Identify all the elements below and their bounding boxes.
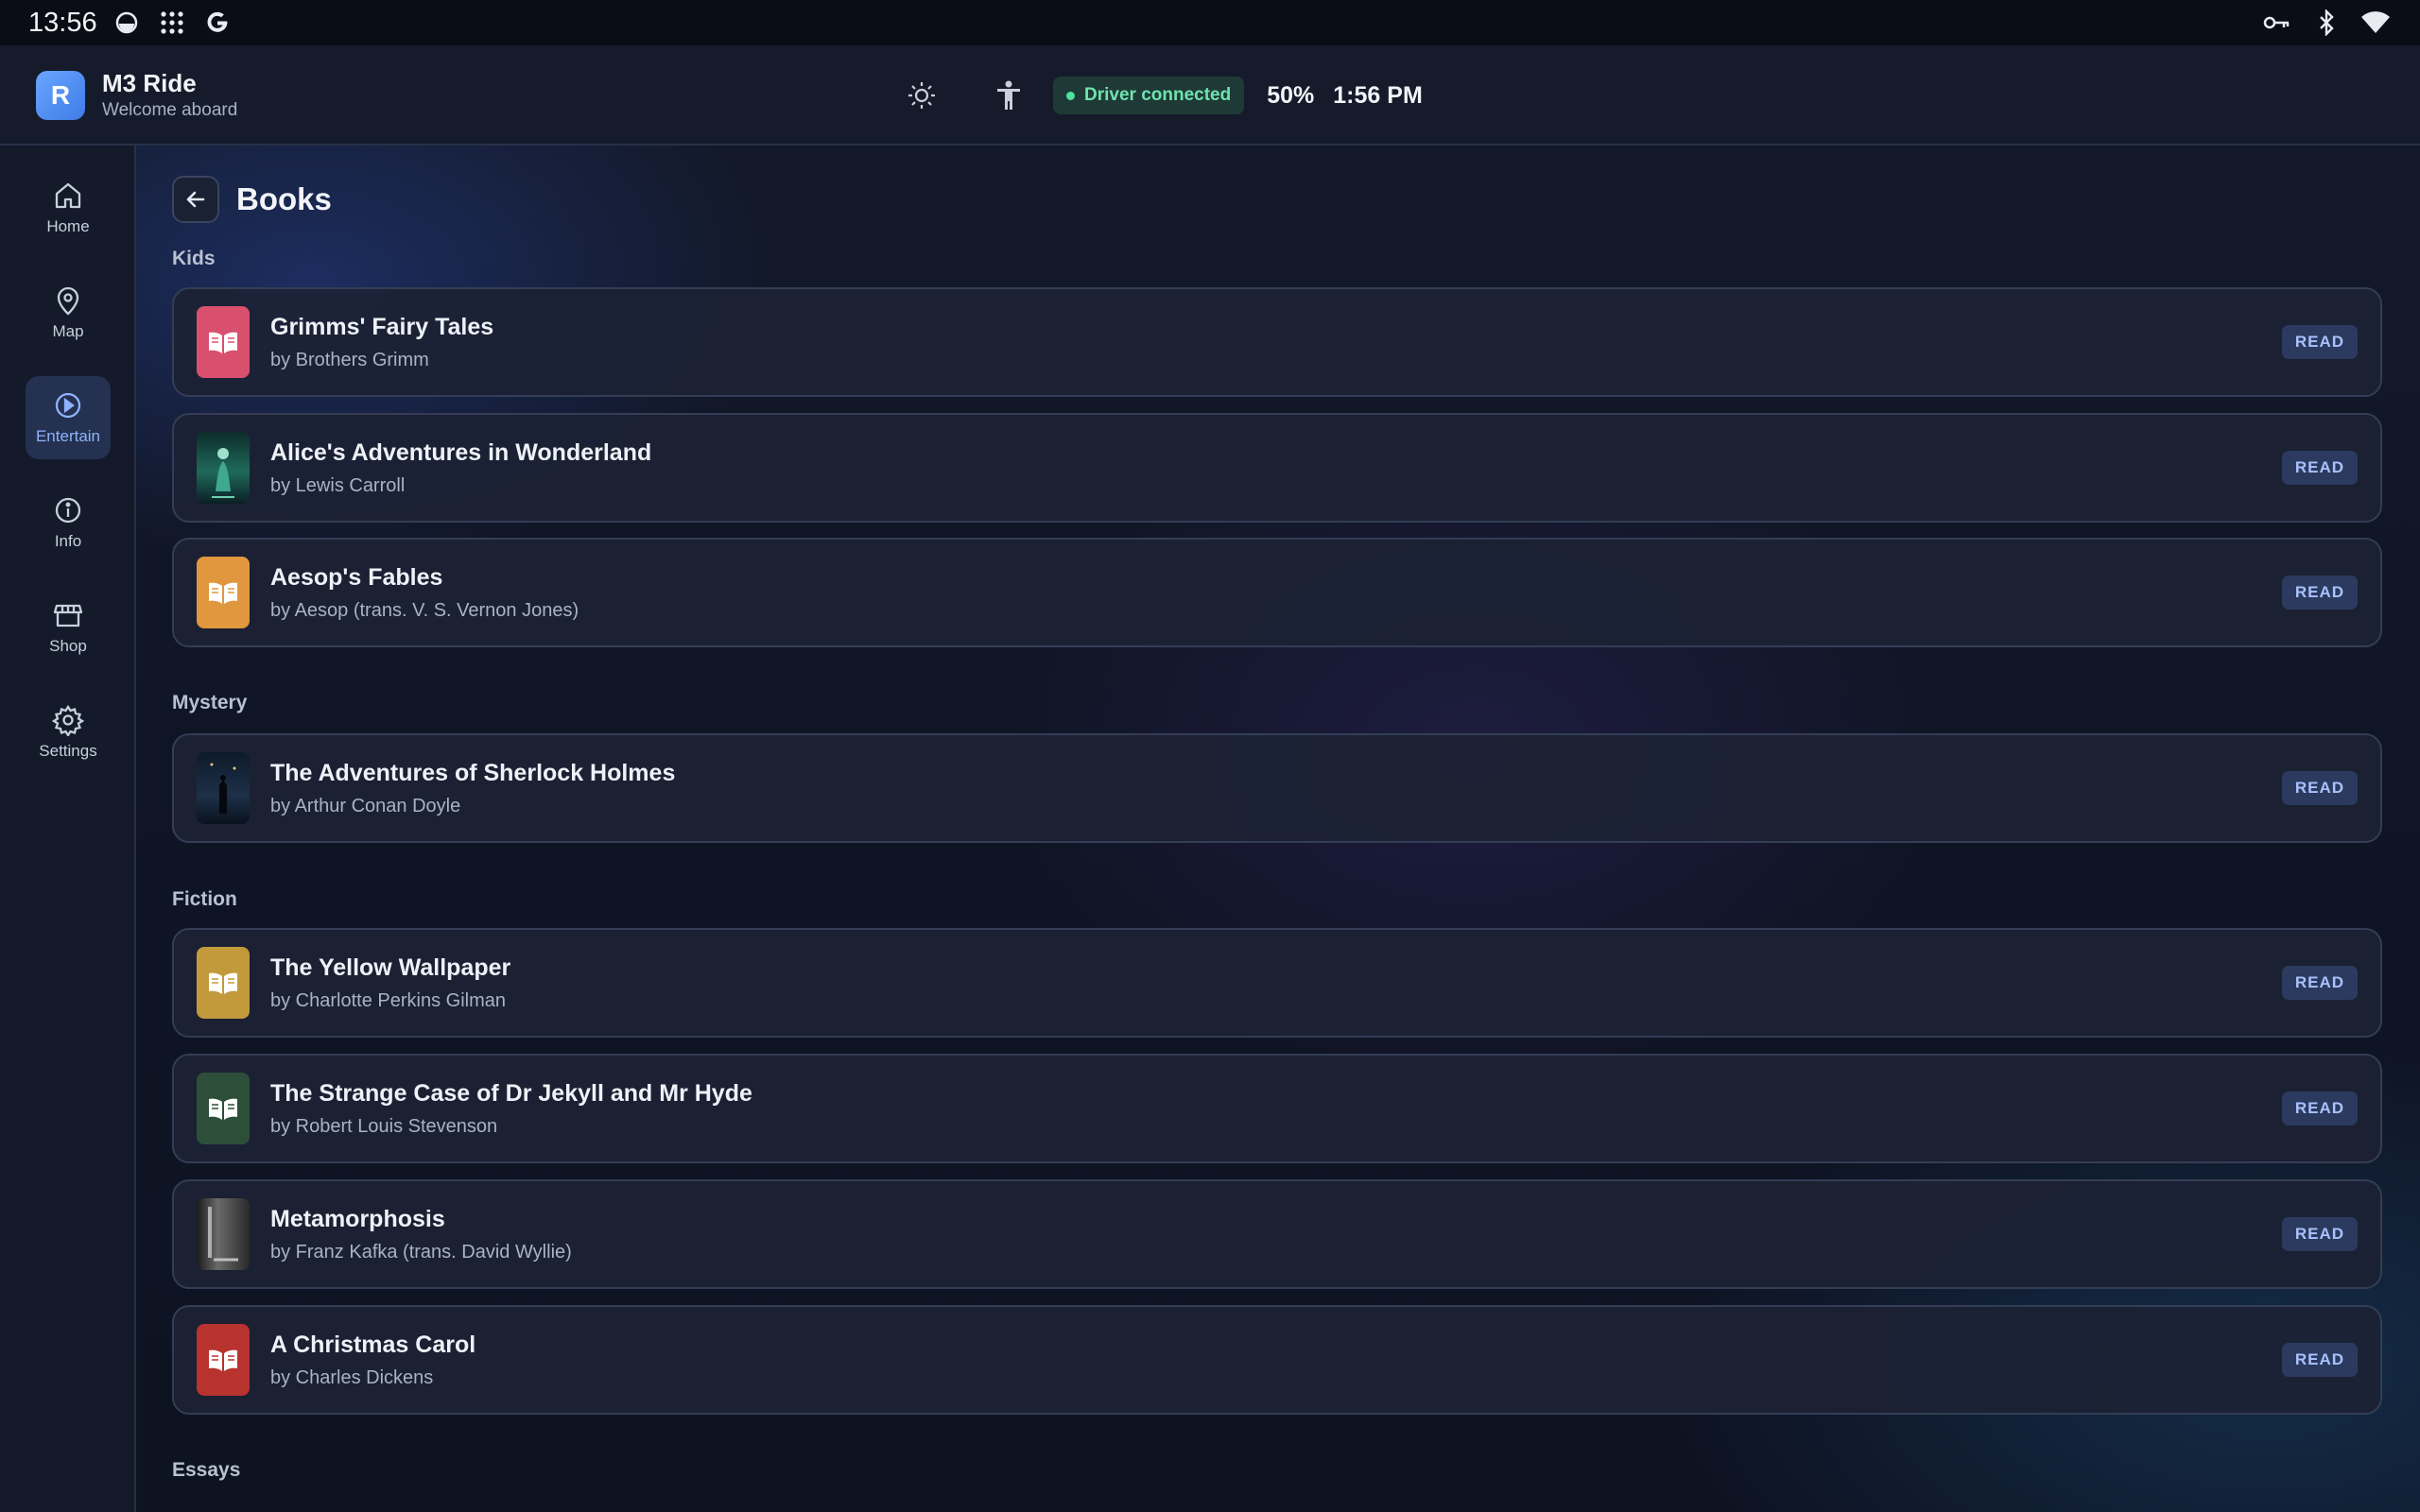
book-title: Metamorphosis	[270, 1206, 445, 1232]
book-card-alices-adventures-in-wonderland[interactable]: Alice's Adventures in Wonderland by Lewi…	[172, 413, 2382, 523]
book-icon	[209, 582, 237, 604]
arrow-left-icon	[186, 191, 205, 208]
map-pin-icon	[57, 286, 79, 316]
book-author: by Lewis Carroll	[270, 475, 406, 496]
book-title: The Yellow Wallpaper	[270, 954, 511, 981]
book-icon	[209, 972, 237, 994]
back-button[interactable]	[172, 176, 219, 223]
store-icon	[53, 604, 83, 627]
page-header: Books	[172, 176, 332, 223]
book-author: by Charles Dickens	[270, 1367, 434, 1388]
book-cover-image	[197, 432, 250, 504]
wifi-icon	[2360, 7, 2392, 39]
nav-item-settings[interactable]: Settings	[26, 691, 111, 774]
nav-label-map: Map	[52, 322, 84, 340]
status-time: 13:56	[28, 7, 97, 38]
book-cover	[197, 947, 250, 1019]
book-card-sherlock-holmes[interactable]: The Adventures of Sherlock Holmes by Art…	[172, 733, 2382, 843]
book-card-aesops-fables[interactable]: Aesop's Fables by Aesop (trans. V. S. Ve…	[172, 538, 2382, 647]
brightness-button[interactable]	[898, 72, 945, 119]
nav-label-home: Home	[46, 217, 90, 235]
status-dot	[1066, 91, 1075, 100]
book-cover	[197, 306, 250, 378]
nav-item-info[interactable]: Info	[26, 481, 111, 564]
brand: R M3 Ride Welcome aboard	[36, 68, 237, 123]
play-circle-icon	[55, 392, 81, 419]
read-button[interactable]: READ	[2281, 771, 2358, 805]
section-label-essays: Essays	[172, 1459, 241, 1481]
sun-icon	[908, 82, 935, 109]
system-status-bar: 13:56	[0, 0, 2420, 45]
read-button[interactable]: READ	[2281, 576, 2358, 610]
book-card-the-yellow-wallpaper[interactable]: The Yellow Wallpaper by Charlotte Perkin…	[172, 928, 2382, 1038]
book-author: by Brothers Grimm	[270, 350, 429, 370]
driver-status-badge: Driver connected	[1053, 77, 1245, 114]
nav-item-shop[interactable]: Shop	[26, 586, 111, 669]
book-icon	[209, 1349, 237, 1371]
navigation-rail: Home Map Entertain Info Shop Settings	[0, 146, 136, 1512]
accessibility-button[interactable]	[985, 72, 1032, 119]
book-cover	[197, 1324, 250, 1396]
book-cover	[197, 557, 250, 628]
book-cover-image	[197, 752, 250, 824]
avatar[interactable]: R	[36, 71, 85, 120]
book-author: by Arthur Conan Doyle	[270, 796, 461, 816]
book-card-a-christmas-carol[interactable]: A Christmas Carol by Charles Dickens REA…	[172, 1305, 2382, 1415]
nav-item-home[interactable]: Home	[26, 166, 111, 249]
nav-label-info: Info	[54, 532, 82, 550]
book-author: by Robert Louis Stevenson	[270, 1116, 498, 1137]
read-button[interactable]: READ	[2281, 966, 2358, 1000]
book-title: Alice's Adventures in Wonderland	[270, 439, 652, 466]
book-author: by Aesop (trans. V. S. Vernon Jones)	[270, 600, 579, 621]
book-icon	[209, 1098, 237, 1120]
book-title: The Adventures of Sherlock Holmes	[270, 760, 676, 786]
read-button[interactable]: READ	[2281, 451, 2358, 485]
top-app-bar: R M3 Ride Welcome aboard Driver connecte…	[0, 45, 2420, 146]
driver-status-text: Driver connected	[1084, 85, 1232, 105]
gear-icon	[52, 704, 84, 736]
book-author: by Charlotte Perkins Gilman	[270, 990, 506, 1011]
nav-label-settings: Settings	[39, 742, 97, 760]
book-title: A Christmas Carol	[270, 1332, 476, 1358]
nav-item-map[interactable]: Map	[26, 271, 111, 354]
battery-level: 50%	[1267, 81, 1315, 109]
section-label-kids: Kids	[172, 248, 216, 269]
clock: 1:56 PM	[1333, 81, 1423, 109]
bluetooth-icon	[2310, 7, 2342, 39]
book-card-grimms-fairy-tales[interactable]: Grimms' Fairy Tales by Brothers Grimm RE…	[172, 287, 2382, 397]
nav-label-shop: Shop	[49, 637, 87, 655]
read-button[interactable]: READ	[2281, 1343, 2358, 1377]
section-label-mystery: Mystery	[172, 692, 248, 713]
accessibility-icon	[997, 80, 1020, 110]
book-title: Aesop's Fables	[270, 564, 443, 591]
read-button[interactable]: READ	[2281, 1217, 2358, 1251]
book-cover	[197, 1073, 250, 1144]
section-label-fiction: Fiction	[172, 888, 237, 910]
book-cover-image	[197, 1198, 250, 1270]
info-icon	[55, 497, 81, 524]
google-icon	[201, 7, 233, 39]
page-title: Books	[236, 181, 332, 216]
nav-label-entertain: Entertain	[35, 427, 101, 445]
app-subtitle: Welcome aboard	[102, 100, 238, 120]
nav-item-entertain[interactable]: Entertain	[26, 376, 111, 459]
app-name: M3 Ride	[102, 69, 197, 97]
read-button[interactable]: READ	[2281, 1091, 2358, 1125]
book-card-metamorphosis[interactable]: Metamorphosis by Franz Kafka (trans. Dav…	[172, 1179, 2382, 1289]
notification-app-icon	[111, 7, 143, 39]
book-title: Grimms' Fairy Tales	[270, 314, 494, 340]
vpn-key-icon	[2261, 7, 2293, 39]
main-content: Books Kids Grimms' Fairy Tales by Brothe…	[136, 146, 2420, 1512]
book-card-jekyll-and-hyde[interactable]: The Strange Case of Dr Jekyll and Mr Hyd…	[172, 1054, 2382, 1163]
apps-grid-icon	[156, 7, 188, 39]
home-icon	[55, 182, 81, 209]
book-icon	[209, 332, 237, 353]
book-author: by Franz Kafka (trans. David Wyllie)	[270, 1242, 572, 1263]
book-title: The Strange Case of Dr Jekyll and Mr Hyd…	[270, 1080, 752, 1107]
read-button[interactable]: READ	[2281, 325, 2358, 359]
